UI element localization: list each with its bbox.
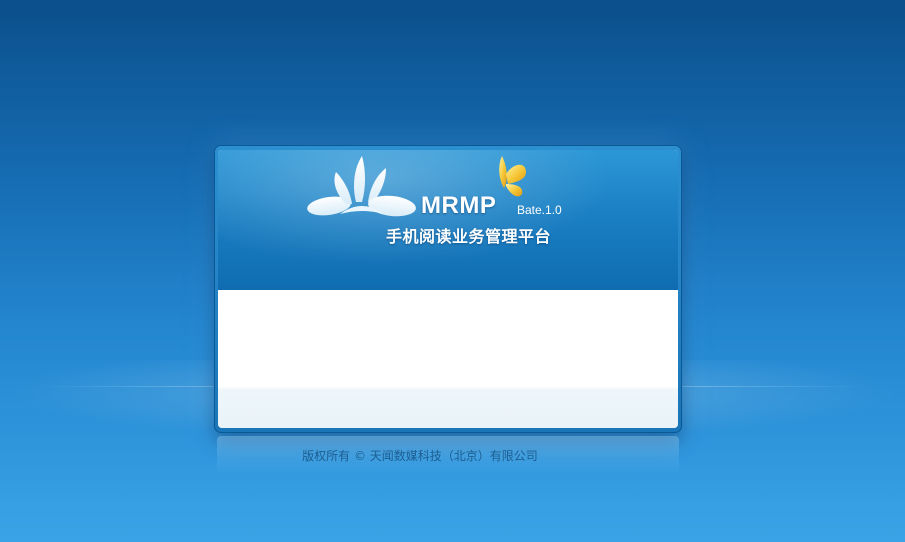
copyright-text: 版权所有 © 天闻数媒科技（北京）有限公司 <box>302 449 538 463</box>
splash-drops-icon <box>307 156 416 217</box>
panel-body <box>218 290 678 428</box>
platform-title: 手机阅读业务管理平台 <box>386 227 552 246</box>
butterfly-icon <box>499 156 526 197</box>
login-panel: MRMP Bate.1.0 手机阅读业务管理平台 <box>218 150 678 428</box>
version-label: Bate.1.0 <box>517 203 562 217</box>
brand-name: MRMP <box>421 192 497 219</box>
panel-header <box>218 150 678 290</box>
